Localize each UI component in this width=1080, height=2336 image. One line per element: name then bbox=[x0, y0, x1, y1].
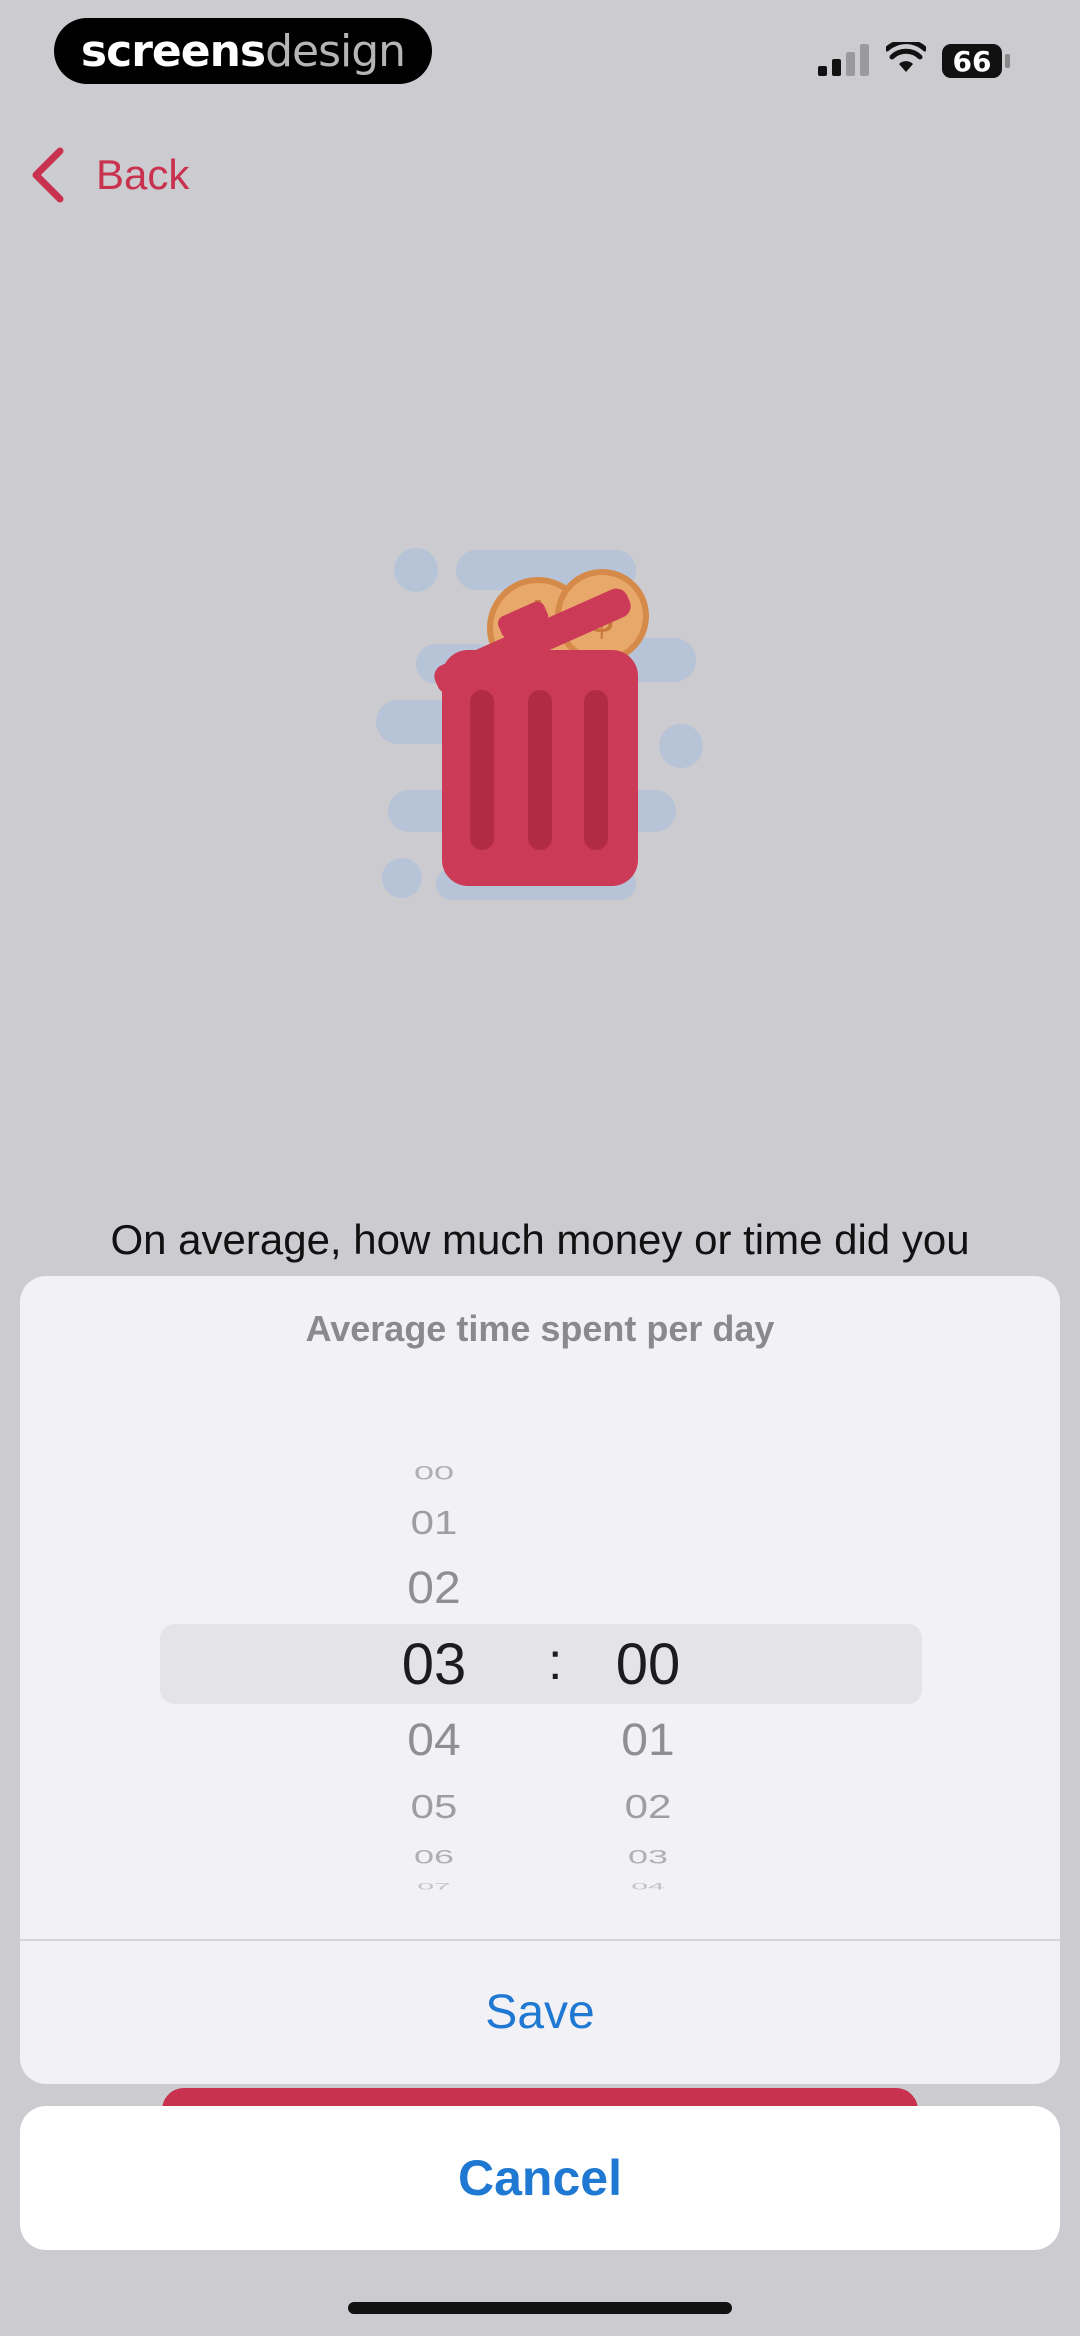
time-separator: : bbox=[548, 1633, 563, 1691]
minute-option[interactable]: 03 bbox=[568, 1846, 728, 1869]
save-button[interactable]: Save bbox=[20, 1940, 1060, 2084]
battery-cap bbox=[1005, 54, 1010, 68]
minute-option[interactable]: 02 bbox=[568, 1788, 728, 1826]
hour-option[interactable]: 00 bbox=[354, 1462, 514, 1485]
question-text: On average, how much money or time did y… bbox=[110, 1216, 970, 1263]
hour-option[interactable]: 02 bbox=[354, 1563, 514, 1615]
picker-title: Average time spent per day bbox=[305, 1308, 775, 1349]
hour-option[interactable]: 04 bbox=[354, 1715, 514, 1767]
picker-selection-highlight bbox=[160, 1624, 922, 1704]
hour-option[interactable]: 03 bbox=[354, 1631, 514, 1698]
trash-can-illustration-icon: $ bbox=[376, 548, 703, 900]
chevron-left-icon bbox=[32, 147, 64, 203]
time-picker-sheet: Average time spent per day 00 01 02 03 04 05 0… bbox=[20, 1276, 1060, 2084]
battery-indicator: 66 bbox=[942, 44, 1002, 78]
hour-option[interactable]: 06 bbox=[354, 1846, 514, 1869]
screensdesign-watermark: screens design bbox=[54, 18, 432, 84]
back-button[interactable]: Back bbox=[30, 140, 189, 210]
watermark-text-screens: screens bbox=[80, 25, 266, 77]
hour-option[interactable]: 01 bbox=[354, 1504, 514, 1542]
hour-option[interactable]: 07 bbox=[354, 1882, 514, 1892]
watermark-text-design: design bbox=[265, 25, 406, 77]
wifi-icon bbox=[886, 42, 926, 72]
minute-option[interactable]: 04 bbox=[568, 1882, 728, 1892]
minute-option[interactable]: 00 bbox=[568, 1631, 728, 1698]
home-indicator bbox=[348, 2302, 732, 2314]
hour-option[interactable]: 05 bbox=[354, 1788, 514, 1826]
cellular-signal-icon bbox=[818, 44, 869, 76]
minute-option[interactable]: 01 bbox=[568, 1715, 728, 1767]
back-label: Back bbox=[96, 151, 190, 198]
cancel-button[interactable]: Cancel bbox=[20, 2106, 1060, 2250]
battery-level-text: 66 bbox=[952, 44, 992, 78]
